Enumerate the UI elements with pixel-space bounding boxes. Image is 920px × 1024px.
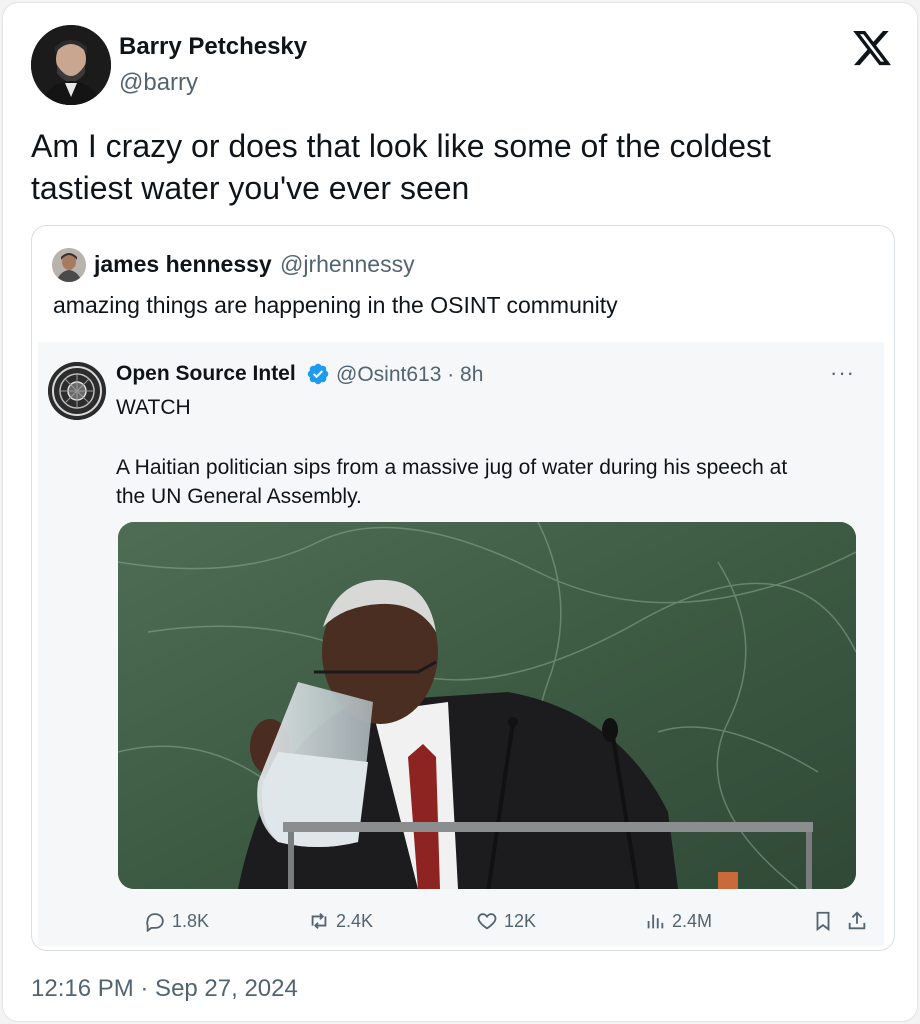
x-logo-icon[interactable] [851, 27, 893, 69]
tweet-text-line-1: Am I crazy or does that look like some o… [31, 128, 771, 164]
author-name[interactable]: Barry Petchesky [119, 33, 307, 61]
tweet-card: Barry Petchesky @barry Am I crazy or doe… [2, 2, 918, 1022]
embedded-tweet-screenshot: Open Source Intel @Osint613 · 8h ··· WAT… [38, 342, 884, 946]
repost-action: 2.4K [308, 910, 373, 932]
quoted-tweet[interactable]: james hennessy @jrhennessy amazing thing… [31, 225, 895, 951]
osint-body-line-2: the UN General Assembly. [116, 485, 362, 508]
author-avatar[interactable] [31, 25, 111, 105]
osint-name: Open Source Intel [116, 362, 296, 385]
tweet-timestamp[interactable]: 12:16 PM · Sep 27, 2024 [31, 975, 298, 1003]
views-icon [647, 914, 664, 929]
more-icon: ··· [830, 360, 855, 385]
share-action [846, 910, 868, 932]
share-icon [848, 911, 866, 930]
quoted-avatar[interactable] [52, 248, 86, 282]
bookmark-icon [816, 911, 830, 932]
osint-handle-time: @Osint613 · 8h [336, 363, 484, 386]
osint-body-line-1: A Haitian politician sips from a massive… [116, 456, 788, 479]
author-handle[interactable]: @barry [119, 69, 198, 97]
verified-badge-icon [306, 362, 330, 386]
osint-avatar [48, 362, 106, 420]
media-image [118, 522, 856, 889]
like-count: 12K [504, 910, 537, 931]
heart-icon [477, 913, 497, 930]
reply-icon [146, 913, 164, 932]
repost-count: 2.4K [336, 910, 374, 931]
quoted-handle[interactable]: @jrhennessy [280, 251, 415, 278]
osint-text-body: A Haitian politician sips from a massive… [116, 453, 856, 511]
views-action: 2.4M [644, 910, 712, 932]
reply-action: 1.8K [144, 910, 209, 932]
reply-count: 1.8K [172, 910, 210, 931]
quoted-name[interactable]: james hennessy [94, 251, 272, 278]
tweet-text: Am I crazy or does that look like some o… [31, 125, 891, 209]
repost-icon [311, 913, 327, 929]
tweet-text-line-2: tastiest water you've ever seen [31, 170, 470, 206]
action-bar: 1.8K 2.4K 12K 2.4M [118, 910, 866, 940]
bookmark-action [812, 910, 834, 932]
quoted-text: amazing things are happening in the OSIN… [53, 292, 618, 318]
like-action: 12K [476, 910, 536, 932]
views-count: 2.4M [672, 910, 713, 931]
osint-text-heading: WATCH [116, 396, 191, 419]
